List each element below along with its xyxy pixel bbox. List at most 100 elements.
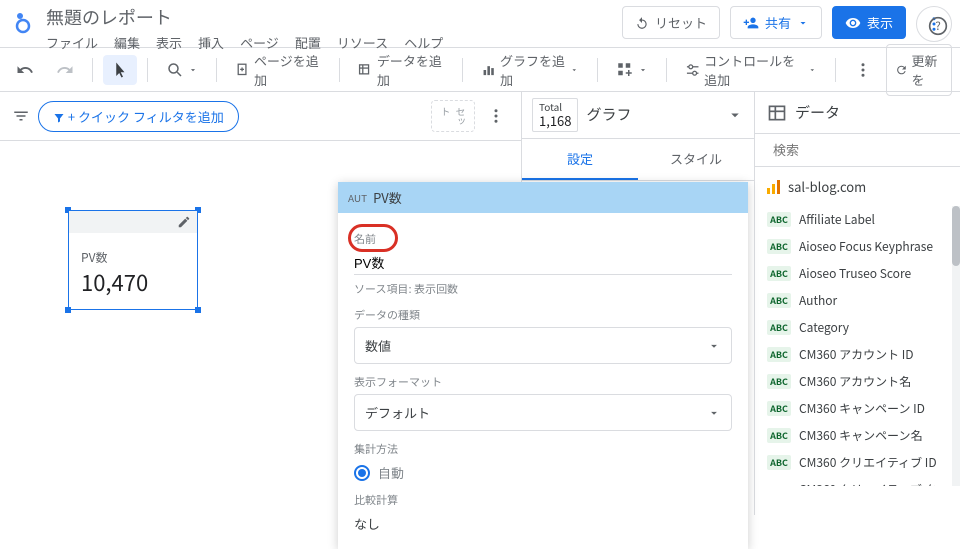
field-row[interactable]: ABCCM360 クリエイティブ ID [755, 449, 960, 476]
share-button[interactable]: 共有 [730, 6, 822, 39]
more-vert-icon [487, 107, 505, 125]
cursor-icon [111, 61, 129, 79]
chevron-down-icon [638, 65, 648, 75]
redo-button[interactable] [48, 55, 82, 85]
field-name: CM360 クリエイティブ ID [799, 454, 937, 471]
data-type-label: データの種類 [354, 307, 732, 323]
chevron-down-icon [797, 17, 809, 29]
menu-file[interactable]: ファイル [46, 33, 98, 52]
scorecard-value: 10,470 [81, 266, 185, 298]
field-name: CM360 アカウント名 [799, 373, 911, 390]
page-add-icon [235, 61, 250, 79]
add-quick-filter-button[interactable]: + クイック フィルタを追加 [38, 101, 239, 132]
magnifier-icon [166, 61, 184, 79]
set-badge: セット [431, 100, 475, 132]
field-type-badge: ABC [767, 374, 791, 389]
undo-icon [635, 16, 649, 30]
field-name: Category [799, 319, 849, 336]
data-source-name: sal-blog.com [788, 177, 866, 196]
field-row[interactable]: ABC CM360 キャンペーン名 [755, 422, 960, 449]
field-type-badge: ABC [767, 212, 791, 227]
menu-edit[interactable]: 編集 [114, 33, 140, 52]
field-row[interactable]: ABCCategory [755, 314, 960, 341]
field-row[interactable]: ABCAffiliate Label [755, 206, 960, 233]
field-name: CM360 キャンペーン ID [799, 400, 925, 417]
zoom-tool[interactable] [158, 55, 206, 85]
chart-type-selector[interactable]: グラフ [586, 104, 631, 125]
filter-more-button[interactable] [483, 103, 509, 129]
source-field-label: ソース項目: 表示回数 [354, 281, 732, 297]
format-select[interactable]: デフォルト [354, 394, 732, 431]
field-type-badge: ABC [767, 347, 791, 362]
data-source-row[interactable]: sal-blog.com [755, 167, 960, 206]
aggregation-label: 集計方法 [354, 441, 732, 457]
field-name: Aioseo Focus Keyphrase [799, 238, 933, 255]
aut-badge: AUT [348, 190, 367, 205]
add-page-button[interactable]: ページを追加 [227, 45, 329, 95]
community-viz-button[interactable] [608, 55, 656, 85]
data-search[interactable] [755, 134, 960, 167]
menu-view[interactable]: 表示 [156, 33, 182, 52]
field-name: Author [799, 292, 837, 309]
data-add-icon [357, 61, 372, 79]
refresh-icon [895, 62, 908, 78]
help-icon: ? [928, 16, 948, 36]
reset-button[interactable]: リセット [622, 6, 720, 39]
name-input[interactable] [354, 251, 732, 275]
data-type-select[interactable]: 数値 [354, 327, 732, 364]
select-tool[interactable] [103, 55, 137, 85]
popup-title: PV数 [373, 188, 402, 207]
chevron-down-icon [188, 65, 198, 75]
filter-bar: + クイック フィルタを追加 セット [0, 92, 521, 141]
svg-text:?: ? [935, 17, 941, 34]
field-row[interactable]: ABC CM360 アカウント名 [755, 368, 960, 395]
search-input[interactable] [773, 143, 949, 158]
field-edit-popup: AUT PV数 名前 ソース項目: 表示回数 データの種類 数値 表示フォーマッ… [338, 182, 748, 549]
data-panel-title: データ [795, 102, 840, 123]
field-row[interactable]: ABC CM360 アカウント ID [755, 341, 960, 368]
field-type-badge: ABC [767, 428, 791, 443]
slider-icon [685, 61, 700, 79]
app-header: 無題のレポート ファイル 編集 表示 挿入 ページ 配置 リソース ヘルプ リセ… [0, 0, 960, 48]
field-row[interactable]: ABC Aioseo Focus Keyphrase [755, 233, 960, 260]
scorecard-label: PV数 [81, 249, 185, 266]
grid-plus-icon [616, 61, 634, 79]
analytics-icon [767, 180, 780, 194]
tab-style[interactable]: スタイル [638, 139, 754, 180]
filter-icon [12, 107, 30, 125]
chevron-down-icon [808, 65, 817, 75]
chevron-down-icon [707, 406, 721, 420]
field-name: CM360 アカウント ID [799, 346, 914, 363]
toolbar: ページを追加 データを追加 グラフを追加 コントロールを追加 更新を [0, 48, 960, 92]
document-title[interactable]: 無題のレポート [46, 4, 443, 30]
refresh-button[interactable]: 更新を [886, 44, 952, 96]
scorecard-chart[interactable]: PV数 10,470 [68, 210, 198, 310]
field-name: CM360 キャンペーン名 [799, 427, 922, 444]
chevron-down-icon [570, 65, 579, 75]
field-row[interactable]: ABC Author [755, 287, 960, 314]
field-row[interactable]: ABCAioseo Truseo Score [755, 260, 960, 287]
add-chart-button[interactable]: グラフを追加 [473, 45, 587, 95]
add-data-button[interactable]: データを追加 [349, 45, 451, 95]
field-type-badge: ABC [767, 239, 791, 254]
aggregation-auto-radio[interactable]: 自動 [354, 463, 732, 482]
field-type-badge: ABC [767, 293, 791, 308]
field-type-badge: ABC [767, 401, 791, 416]
menu-insert[interactable]: 挿入 [198, 33, 224, 52]
undo-button[interactable] [8, 55, 42, 85]
person-add-icon [743, 15, 759, 31]
tab-setup[interactable]: 設定 [522, 139, 638, 180]
undo-icon [16, 61, 34, 79]
toolbar-more[interactable] [846, 55, 880, 85]
add-control-button[interactable]: コントロールを追加 [677, 45, 825, 95]
field-name: CM360 クリエイティブ タイプ [799, 481, 948, 486]
data-panel: データ sal-blog.com ABCAffiliate LabelABCAi… [755, 92, 960, 515]
radio-icon [354, 465, 370, 481]
view-button[interactable]: 表示 [832, 6, 906, 39]
help-button[interactable]: ? [924, 12, 952, 40]
scrollbar-thumb[interactable] [952, 206, 960, 266]
total-box: Total 1,168 [532, 98, 578, 132]
funnel-icon [53, 112, 65, 124]
field-row[interactable]: ABC CM360 キャンペーン ID [755, 395, 960, 422]
field-row[interactable]: ABCCM360 クリエイティブ タイプ [755, 476, 960, 486]
